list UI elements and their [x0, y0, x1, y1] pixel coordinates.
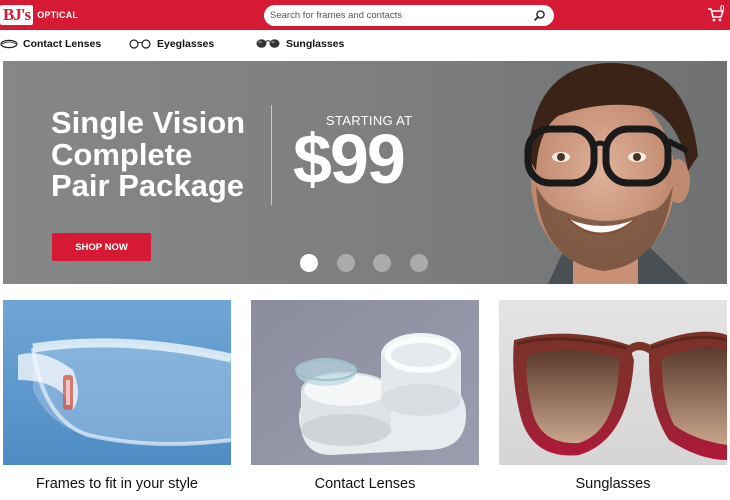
page: BJ's OPTICAL 0 Contact Lenses: [0, 0, 730, 500]
bjs-optical-logo[interactable]: BJ's OPTICAL: [0, 4, 78, 26]
contact-lens-icon: [0, 39, 18, 48]
carousel-dot-3[interactable]: [373, 254, 391, 272]
sunglasses-image: [499, 300, 727, 465]
nav-label: Sunglasses: [286, 37, 345, 50]
carousel-dots: [300, 254, 430, 274]
contact-lens-case-image: [251, 300, 479, 465]
card-sunglasses[interactable]: [499, 300, 727, 465]
clear-eyeglasses-image: [3, 300, 231, 465]
hero-divider: [271, 105, 272, 205]
hero-title-line: Pair Package: [51, 168, 245, 203]
hero-title-line: Complete: [51, 136, 193, 172]
card-label-contact-lenses[interactable]: Contact Lenses: [251, 476, 479, 492]
top-bar: BJ's OPTICAL 0: [0, 0, 730, 30]
logo-text: OPTICAL: [37, 10, 79, 20]
card-label-sunglasses[interactable]: Sunglasses: [499, 476, 727, 492]
search-icon[interactable]: [533, 9, 546, 22]
eyeglasses-icon: [129, 38, 151, 49]
nav-item-sunglasses[interactable]: Sunglasses: [255, 30, 344, 57]
carousel-dot-1[interactable]: [300, 254, 318, 272]
category-nav: Contact Lenses Eyeglasses Sunglasses: [0, 30, 730, 57]
hero-title-line: Single Vision: [51, 105, 246, 140]
card-contact-lenses[interactable]: [251, 300, 479, 465]
card-label-frames[interactable]: Frames to fit in your style: [3, 476, 231, 492]
shop-now-button[interactable]: SHOP NOW: [52, 233, 151, 261]
hero-model-photo: [524, 62, 698, 284]
carousel-dot-4[interactable]: [410, 254, 428, 272]
cart-count-badge: 0: [720, 4, 725, 13]
search-input[interactable]: [264, 5, 526, 26]
search-bar: [264, 5, 554, 26]
sunglasses-icon: [256, 39, 280, 48]
carousel-dot-2[interactable]: [337, 254, 355, 272]
nav-item-contact-lenses[interactable]: Contact Lenses: [0, 30, 101, 57]
card-frames[interactable]: [3, 300, 231, 465]
hero-banner[interactable]: Single Vision Complete Pair Package STAR…: [3, 61, 727, 284]
nav-item-eyeglasses[interactable]: Eyeglasses: [128, 30, 214, 57]
nav-label: Eyeglasses: [157, 37, 215, 50]
hero-price: $99: [293, 120, 406, 198]
nav-label: Contact Lenses: [23, 37, 102, 50]
logo-mark: BJ's: [0, 5, 34, 25]
hero-title: Single Vision Complete Pair Package: [51, 107, 271, 202]
